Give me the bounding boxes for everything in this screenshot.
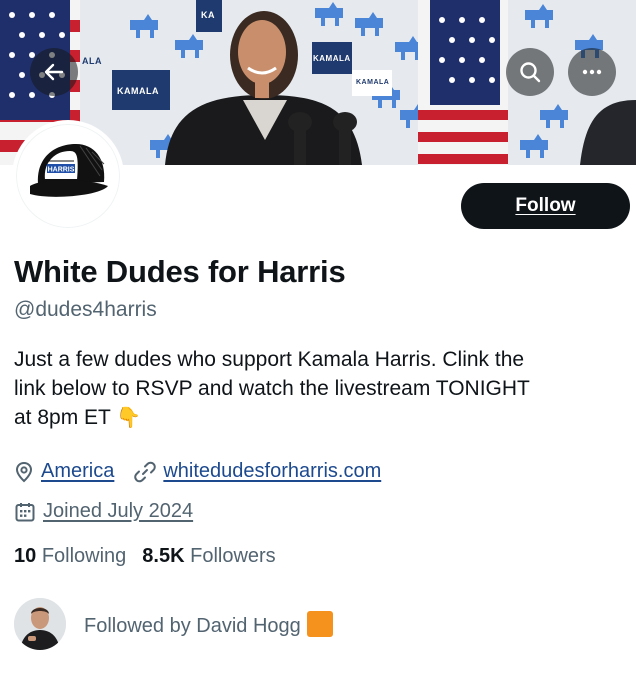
banner-sign-text: KAMALA: [313, 54, 351, 63]
banner-sign-text: KAMALA: [117, 86, 159, 96]
website-item: whitedudesforharris.com: [134, 460, 381, 483]
location-link[interactable]: America: [41, 460, 114, 483]
banner-sign-text: KAMALA: [356, 79, 390, 86]
followers-label: Followers: [190, 545, 276, 567]
profile-name: White Dudes for Harris: [14, 254, 346, 289]
bio-line-3: at 8pm ET 👇: [14, 403, 636, 433]
search-button[interactable]: [506, 48, 554, 96]
follow-button[interactable]: Follow: [461, 183, 630, 229]
location-item: America: [14, 460, 114, 483]
followed-by-row[interactable]: Followed by David Hogg: [14, 598, 333, 650]
website-link[interactable]: whitedudesforharris.com: [163, 460, 381, 483]
profile-avatar[interactable]: HARRIS: [12, 120, 124, 232]
profile-bio: Just a few dudes who support Kamala Harr…: [14, 345, 636, 433]
pointing-down-emoji: 👇: [116, 407, 142, 429]
location-pin-icon: [14, 461, 34, 483]
profile-handle: @dudes4harris: [14, 298, 157, 321]
follower-avatar: [14, 598, 66, 650]
following-label: Following: [41, 545, 127, 567]
search-icon: [520, 62, 541, 83]
more-horizontal-icon: [582, 69, 602, 75]
back-button[interactable]: [30, 48, 78, 96]
bio-line: link below to RSVP and watch the livestr…: [14, 377, 530, 400]
more-button[interactable]: [568, 48, 616, 96]
arrow-left-icon: [44, 63, 64, 81]
following-stat[interactable]: 10 Following: [14, 545, 126, 568]
followed-by-label: Followed by David Hogg: [84, 614, 301, 637]
link-icon: [134, 461, 157, 483]
joined-date: Joined July 2024: [43, 500, 194, 522]
followers-stat[interactable]: 8.5K Followers: [142, 545, 275, 568]
bio-line: Just a few dudes who support Kamala Harr…: [14, 348, 525, 371]
joined-item: Joined July 2024: [14, 500, 193, 523]
banner-sign-text: ALA: [82, 56, 102, 66]
joined-row: Joined July 2024: [14, 500, 213, 523]
banner-sign-text: KA: [201, 10, 215, 20]
follow-stats: 10 Following 8.5K Followers: [14, 545, 292, 568]
orange-square-emoji: [306, 610, 333, 637]
trucker-hat-logo: HARRIS: [30, 144, 108, 197]
profile-meta-row: America whitedudesforharris.com: [14, 460, 401, 483]
hat-text: HARRIS: [48, 167, 75, 174]
following-count: 10: [14, 545, 37, 567]
followers-count: 8.5K: [142, 545, 185, 567]
followed-by-text: Followed by David Hogg: [84, 610, 333, 638]
bio-line: at 8pm ET: [14, 406, 111, 429]
calendar-icon: [14, 501, 36, 523]
